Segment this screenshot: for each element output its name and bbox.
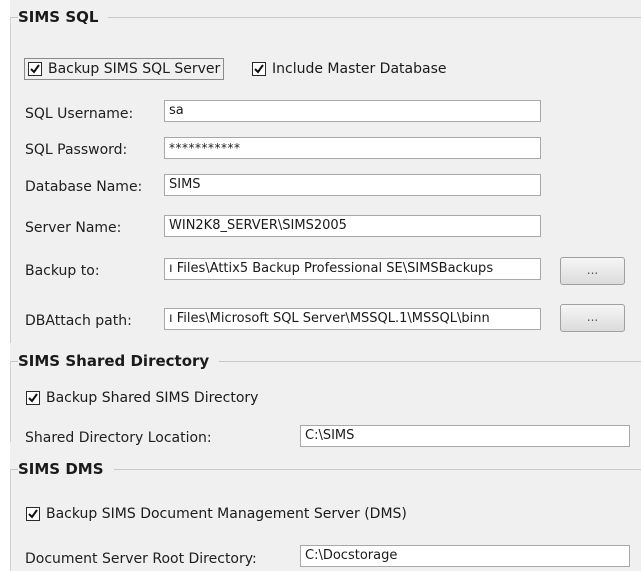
include-master-db-checkbox[interactable]: Include Master Database: [252, 61, 446, 77]
sql-password-input[interactable]: ***********: [164, 137, 541, 159]
dbattach-browse-button[interactable]: ...: [560, 304, 625, 332]
sims-dms-group: SIMS DMS Backup SIMS Document Management…: [10, 460, 641, 571]
doc-server-root-label: Document Server Root Directory:: [25, 551, 257, 567]
backup-sql-server-label: Backup SIMS SQL Server: [48, 61, 221, 77]
sims-sql-group: SIMS SQL Backup SIMS SQL Server Include …: [10, 8, 641, 343]
sql-password-label: SQL Password:: [25, 142, 128, 158]
backup-settings-panel: SIMS SQL Backup SIMS SQL Server Include …: [10, 0, 641, 571]
server-name-label: Server Name:: [25, 220, 122, 236]
sql-username-input[interactable]: sa: [164, 100, 541, 122]
backup-dms-label: Backup SIMS Document Management Server (…: [46, 506, 407, 522]
shared-dir-location-input[interactable]: C:\SIMS: [300, 425, 630, 447]
backup-sql-server-checkbox[interactable]: Backup SIMS SQL Server: [24, 58, 225, 80]
database-name-input[interactable]: SIMS: [164, 174, 541, 196]
checkmark-icon: [28, 62, 42, 76]
checkmark-icon: [26, 507, 40, 521]
dbattach-path-input[interactable]: ı Files\Microsoft SQL Server\MSSQL.1\MSS…: [164, 308, 541, 330]
checkmark-icon: [26, 391, 40, 405]
sims-dms-title: SIMS DMS: [18, 460, 114, 478]
database-name-label: Database Name:: [25, 179, 143, 195]
backup-shared-dir-checkbox[interactable]: Backup Shared SIMS Directory: [26, 390, 258, 406]
sims-sql-title: SIMS SQL: [18, 8, 109, 26]
doc-server-root-input[interactable]: C:\Docstorage: [300, 545, 630, 567]
backup-to-browse-button[interactable]: ...: [560, 257, 625, 285]
shared-directory-title: SIMS Shared Directory: [18, 352, 220, 370]
shared-directory-group: SIMS Shared Directory Backup Shared SIMS…: [10, 352, 641, 447]
shared-dir-location-label: Shared Directory Location:: [25, 430, 212, 446]
include-master-db-label: Include Master Database: [272, 61, 447, 77]
dbattach-path-label: DBAttach path:: [25, 313, 132, 329]
backup-to-label: Backup to:: [25, 263, 100, 279]
sql-username-label: SQL Username:: [25, 106, 134, 122]
checkmark-icon: [252, 62, 266, 76]
server-name-input[interactable]: WIN2K8_SERVER\SIMS2005: [164, 215, 541, 237]
backup-dms-checkbox[interactable]: Backup SIMS Document Management Server (…: [26, 506, 407, 522]
backup-shared-dir-label: Backup Shared SIMS Directory: [46, 390, 259, 406]
backup-to-input[interactable]: ı Files\Attix5 Backup Professional SE\SI…: [164, 258, 541, 280]
